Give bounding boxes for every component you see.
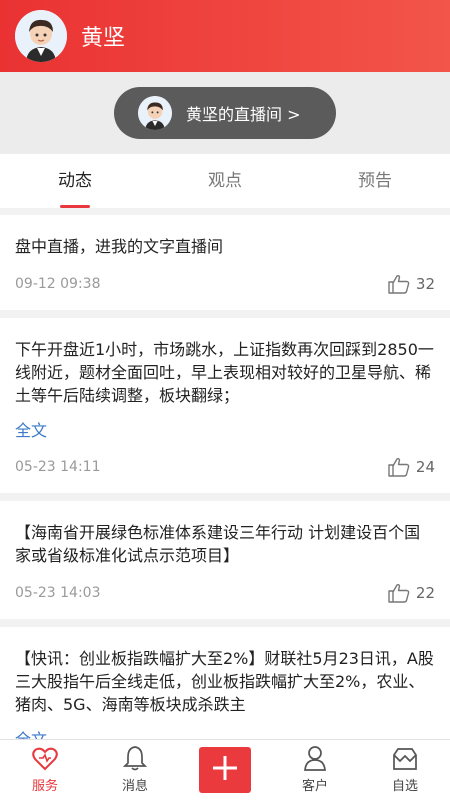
post-time: 05-23 14:03 — [15, 585, 101, 601]
read-more-link[interactable]: 全文 — [15, 417, 435, 441]
list-item[interactable]: 下午开盘近1小时，市场跳水，上证指数再次回踩到2850一线附近，题材全面回吐，早… — [0, 318, 450, 493]
avatar — [138, 96, 172, 130]
heart-icon — [32, 747, 58, 771]
post-footer: 05-23 14:03 22 — [15, 567, 435, 619]
post-time: 05-23 14:11 — [15, 459, 101, 475]
nav-messages[interactable]: 消息 — [90, 740, 180, 800]
nav-service[interactable]: 服务 — [0, 740, 90, 800]
avatar-icon — [15, 10, 67, 62]
post-text: 【海南省开展绿色标准体系建设三年行动 计划建设百个国家或省级标准化试点示范项目】 — [15, 523, 421, 565]
list-item[interactable]: 【快讯：创业板指跌幅扩大至2%】财联社5月23日讯，A股三大股指午后全线走低，创… — [0, 627, 450, 739]
like-button[interactable]: 32 — [388, 274, 435, 294]
list-item[interactable]: 【海南省开展绿色标准体系建设三年行动 计划建设百个国家或省级标准化试点示范项目】… — [0, 501, 450, 619]
thumbs-up-icon — [388, 457, 410, 477]
tab-dynamics[interactable]: 动态 — [0, 154, 150, 208]
tab-bar: 动态 观点 预告 — [0, 154, 450, 208]
post-text: 盘中直播，进我的文字直播间 — [15, 237, 224, 256]
bottom-nav: 服务 消息 客户 自选 — [0, 739, 450, 800]
read-more-link[interactable]: 全文 — [15, 726, 435, 739]
plus-icon — [213, 756, 237, 780]
live-room-button[interactable]: 黄坚的直播间 > — [114, 87, 336, 139]
post-text: 【快讯：创业板指跌幅扩大至2%】财联社5月23日讯，A股三大股指午后全线走低，创… — [15, 649, 434, 714]
bell-icon — [123, 746, 147, 771]
post-time: 09-12 09:38 — [15, 276, 101, 292]
list-item[interactable]: 盘中直播，进我的文字直播间 09-12 09:38 32 — [0, 215, 450, 310]
like-count: 32 — [415, 275, 435, 293]
post-text: 下午开盘近1小时，市场跳水，上证指数再次回踩到2850一线附近，题材全面回吐，早… — [15, 340, 434, 405]
top-header: 黄坚 — [0, 0, 450, 72]
post-footer: 09-12 09:38 32 — [15, 258, 435, 310]
page-title: 黄坚 — [81, 26, 126, 51]
tab-previews[interactable]: 预告 — [300, 154, 450, 208]
live-room-banner: 黄坚的直播间 > — [0, 72, 450, 154]
nav-clients[interactable]: 客户 — [270, 740, 360, 800]
nav-service-label: 服务 — [31, 779, 58, 794]
nav-watchlist-label: 自选 — [391, 779, 418, 794]
avatar-icon — [138, 96, 172, 130]
thumbs-up-icon — [388, 274, 410, 294]
tab-opinions[interactable]: 观点 — [150, 154, 300, 208]
box-icon — [393, 748, 417, 770]
nav-add[interactable] — [180, 740, 270, 800]
like-count: 24 — [415, 458, 435, 476]
post-footer: 05-23 14:11 24 — [15, 441, 435, 493]
like-count: 22 — [415, 584, 435, 602]
person-icon — [304, 746, 326, 771]
avatar[interactable] — [15, 10, 67, 62]
live-room-label: 黄坚的直播间 > — [186, 105, 301, 124]
thumbs-up-icon — [388, 583, 410, 603]
nav-clients-label: 客户 — [301, 779, 328, 794]
nav-watchlist[interactable]: 自选 — [360, 740, 450, 800]
like-button[interactable]: 24 — [388, 457, 435, 477]
post-feed: 盘中直播，进我的文字直播间 09-12 09:38 32 下午开盘近1小时，市场… — [0, 215, 450, 739]
like-button[interactable]: 22 — [388, 583, 435, 603]
add-button[interactable] — [199, 747, 251, 793]
nav-messages-label: 消息 — [121, 779, 148, 794]
